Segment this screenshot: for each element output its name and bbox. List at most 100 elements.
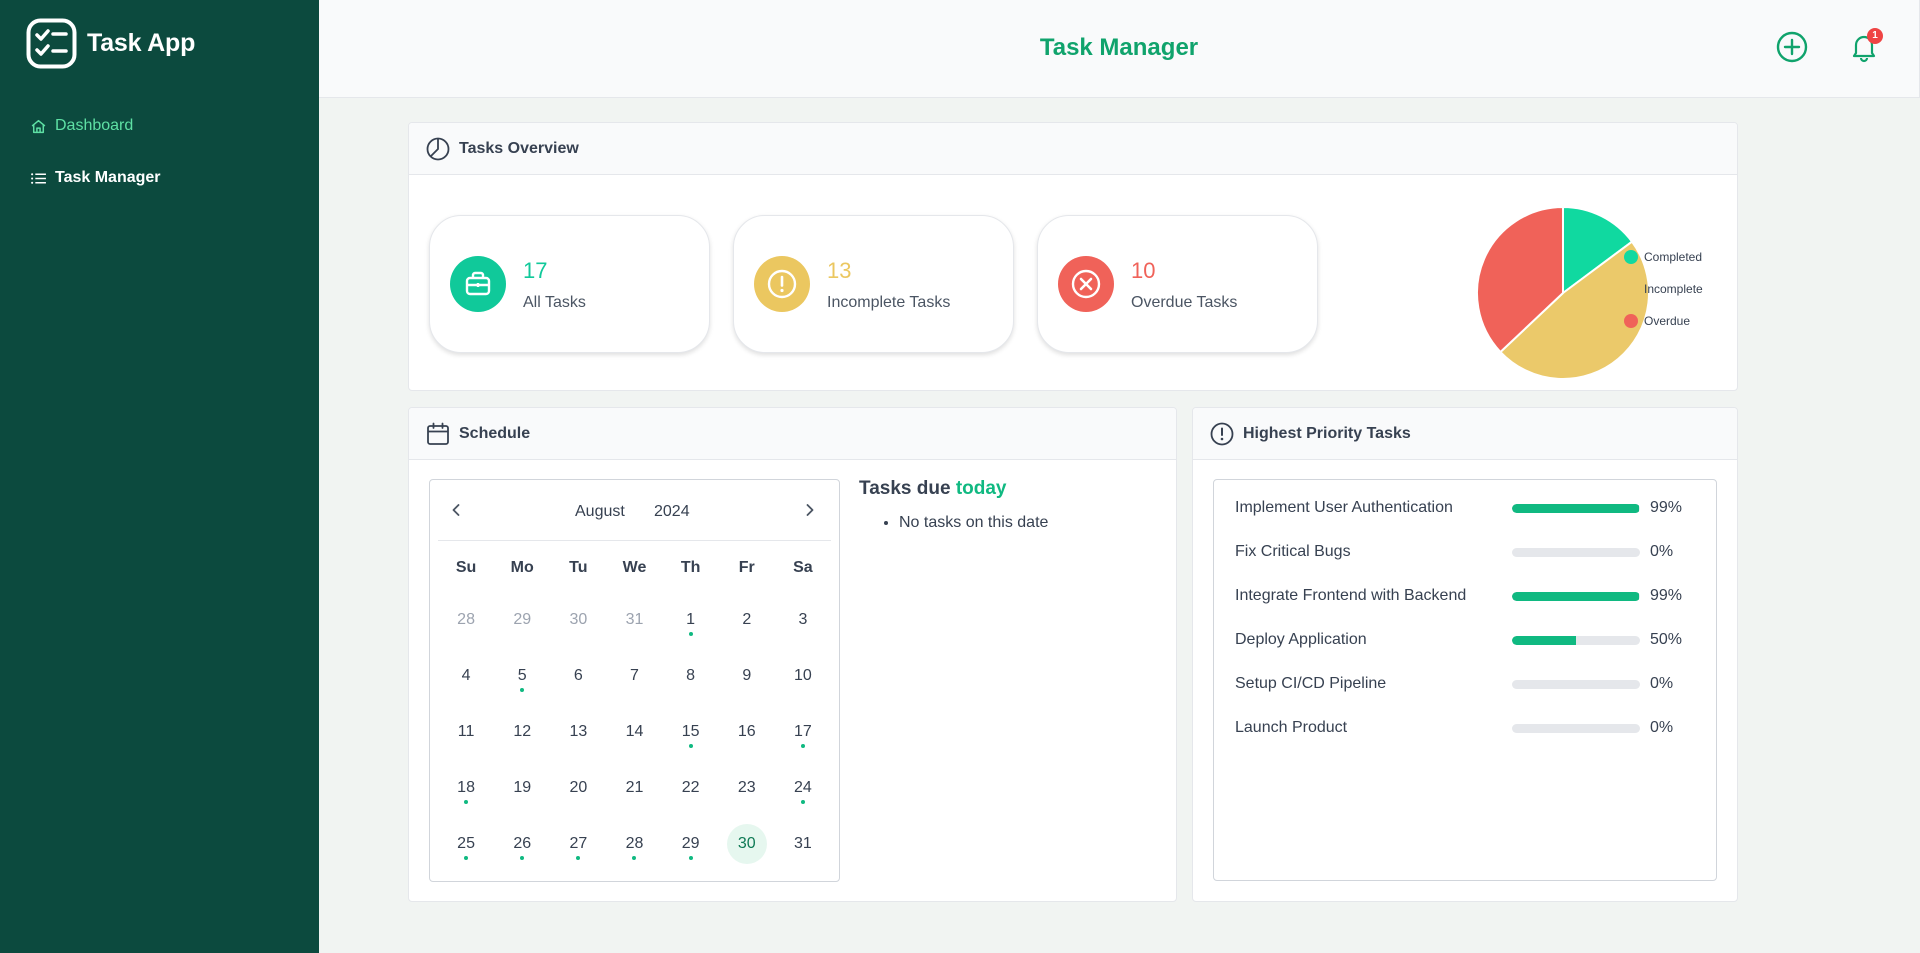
calendar-day[interactable]: 23 <box>719 760 775 816</box>
calendar-day[interactable]: 13 <box>550 704 606 760</box>
calendar-day[interactable]: 19 <box>494 760 550 816</box>
priority-task-row[interactable]: Integrate Frontend with Backend 99% <box>1235 574 1705 618</box>
task-indicator-dot <box>576 856 581 860</box>
overdue-tasks-card[interactable]: 10 Overdue Tasks <box>1037 215 1318 353</box>
calendar-day[interactable]: 29 <box>494 592 550 648</box>
progress-percent: 99% <box>1650 499 1683 516</box>
calendar-day[interactable]: 26 <box>494 816 550 872</box>
brand[interactable]: Task App <box>26 18 195 69</box>
legend-swatch <box>1624 282 1638 296</box>
priority-task-row[interactable]: Fix Critical Bugs 0% <box>1235 530 1705 574</box>
legend-swatch <box>1624 250 1638 264</box>
calendar-day[interactable]: 11 <box>438 704 494 760</box>
progress-bar <box>1512 591 1640 601</box>
calendar-icon <box>427 422 449 445</box>
calendar-day[interactable]: 9 <box>719 648 775 704</box>
progress-percent: 0% <box>1650 719 1674 736</box>
legend-item-completed[interactable]: Completed <box>1624 241 1703 273</box>
calendar-day[interactable]: 28 <box>606 816 662 872</box>
calendar-day-number: 29 <box>513 611 532 628</box>
all-tasks-card[interactable]: 17 All Tasks <box>429 215 710 353</box>
calendar-day[interactable]: 27 <box>550 816 606 872</box>
sidebar-item-dashboard[interactable]: Dashboard <box>30 100 161 152</box>
x-circle-icon <box>1058 256 1114 312</box>
calendar-day-number: 20 <box>569 779 588 796</box>
calendar-day-number: 17 <box>794 723 812 740</box>
calendar-day-number: 28 <box>625 835 644 852</box>
calendar-day[interactable]: 20 <box>550 760 606 816</box>
legend-item-overdue[interactable]: Overdue <box>1624 305 1703 337</box>
calendar-day[interactable]: 7 <box>606 648 662 704</box>
sidebar-item-label: Dashboard <box>55 117 134 134</box>
legend-item-incomplete[interactable]: Incomplete <box>1624 273 1703 305</box>
calendar-day-number: 16 <box>737 723 756 740</box>
calendar-day[interactable]: 4 <box>438 648 494 704</box>
calendar-day[interactable]: 25 <box>438 816 494 872</box>
divider <box>438 540 831 541</box>
calendar-year[interactable]: 2024 <box>654 503 690 521</box>
calendar-day[interactable]: 3 <box>775 592 831 648</box>
calendar-day[interactable]: 18 <box>438 760 494 816</box>
add-task-button[interactable] <box>1775 30 1809 64</box>
progress-percent: 0% <box>1650 675 1674 692</box>
calendar-day[interactable]: 22 <box>663 760 719 816</box>
sidebar-item-task-manager[interactable]: Task Manager <box>30 152 161 204</box>
legend-label: Overdue <box>1644 314 1691 328</box>
calendar-day[interactable]: 14 <box>606 704 662 760</box>
calendar-day[interactable]: 5 <box>494 648 550 704</box>
incomplete-tasks-card[interactable]: 13 Incomplete Tasks <box>733 215 1014 353</box>
calendar-day[interactable]: 30 <box>550 592 606 648</box>
calendar-day-number: 21 <box>625 779 644 796</box>
calendar-day[interactable]: 28 <box>438 592 494 648</box>
priority-task-row[interactable]: Setup CI/CD Pipeline 0% <box>1235 662 1705 706</box>
calendar-day[interactable]: 24 <box>775 760 831 816</box>
calendar-day-number: 3 <box>798 611 808 628</box>
calendar-day[interactable]: 12 <box>494 704 550 760</box>
calendar-day-number: 1 <box>686 611 696 628</box>
priority-task-row[interactable]: Implement User Authentication 99% <box>1235 486 1705 530</box>
progress-bar <box>1512 723 1640 733</box>
tasks-due-section: Tasks due today No tasks on this date <box>859 478 1048 532</box>
priority-task-row[interactable]: Launch Product 0% <box>1235 706 1705 750</box>
calendar-month[interactable]: August <box>575 503 625 521</box>
weekday-label: Sa <box>793 559 813 576</box>
task-list-logo-icon <box>26 18 77 69</box>
calendar-day[interactable]: 21 <box>606 760 662 816</box>
panel-title: Schedule <box>459 424 531 442</box>
calendar-day[interactable]: 6 <box>550 648 606 704</box>
task-indicator-dot <box>800 800 805 804</box>
calendar-day-number: 7 <box>630 667 639 684</box>
calendar-day-number: 30 <box>569 611 588 628</box>
task-indicator-dot <box>688 856 693 860</box>
calendar-day-number: 23 <box>737 779 756 796</box>
legend-swatch <box>1624 314 1638 328</box>
tasks-due-list: No tasks on this date <box>899 514 1048 532</box>
task-name: Fix Critical Bugs <box>1235 543 1351 560</box>
exclamation-icon <box>754 256 810 312</box>
weekday-label: Mo <box>510 559 534 576</box>
home-icon <box>31 119 46 133</box>
calendar-day[interactable]: 31 <box>775 816 831 872</box>
chevron-left-icon <box>452 504 460 516</box>
calendar-day[interactable]: 10 <box>775 648 831 704</box>
top-header: Task Manager 1 <box>319 0 1920 98</box>
calendar-day[interactable]: 1 <box>663 592 719 648</box>
calendar-day[interactable]: 31 <box>606 592 662 648</box>
calendar-day[interactable]: 17 <box>775 704 831 760</box>
stat-value: 13 <box>827 258 852 283</box>
prev-month-button[interactable] <box>444 498 468 522</box>
progress-fill <box>1512 635 1576 645</box>
brand-name: Task App <box>87 29 196 57</box>
task-indicator-dot <box>520 688 525 692</box>
calendar-day[interactable]: 29 <box>663 816 719 872</box>
calendar-day[interactable]: 15 <box>663 704 719 760</box>
calendar-day[interactable]: 16 <box>719 704 775 760</box>
calendar-day[interactable]: 8 <box>663 648 719 704</box>
calendar-day-selected[interactable]: 30 <box>719 816 775 872</box>
chevron-right-icon <box>806 504 814 516</box>
calendar-day[interactable]: 2 <box>719 592 775 648</box>
priority-task-row[interactable]: Deploy Application 50% <box>1235 618 1705 662</box>
next-month-button[interactable] <box>798 498 822 522</box>
notifications-button[interactable]: 1 <box>1847 28 1883 64</box>
calendar-grid: Su Mo Tu We Th Fr Sa 28 29 30 31 1 2 3 4 5 6 7 8 9 10 11 12 13… <box>438 544 831 872</box>
